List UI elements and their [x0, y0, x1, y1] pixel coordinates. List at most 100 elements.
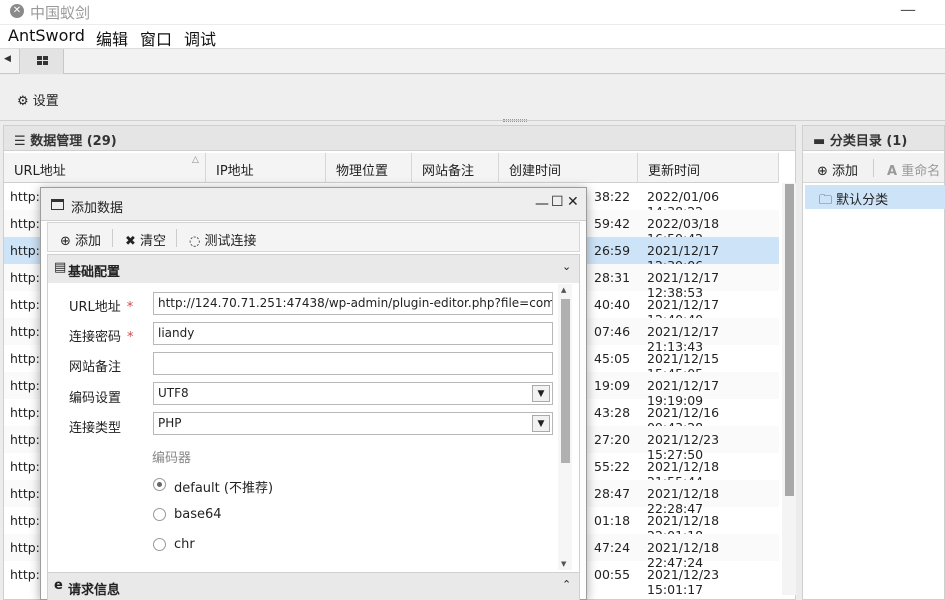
edge-icon: e: [54, 578, 63, 593]
url-input[interactable]: http://124.70.71.251:47438/wp-admin/plug…: [153, 292, 553, 315]
basic-config-section-header[interactable]: ▤ 基础配置 ⌄: [47, 254, 580, 284]
request-info-section-header[interactable]: e 请求信息 ⌃: [47, 572, 580, 600]
dialog-close-button[interactable]: ✕: [567, 194, 579, 210]
chevron-down-icon: ⌄: [562, 260, 572, 273]
note-input[interactable]: [153, 352, 553, 375]
menu-antsword[interactable]: AntSword: [8, 26, 85, 45]
cell-url: http:/: [10, 405, 45, 420]
cell-created: 00:55: [594, 567, 631, 582]
dialog-add-button[interactable]: ⊕ 添加: [60, 230, 101, 249]
cell-url: http:/: [10, 297, 45, 312]
cell-url: http:/: [10, 567, 45, 582]
radio-unchecked[interactable]: [153, 508, 166, 521]
data-panel-header: ☰ 数据管理 (29): [3, 125, 796, 151]
data-grid-header: URL地址 △ IP地址 物理位置 网站备注 创建时间 更新时间: [4, 153, 779, 183]
settings-label: 设置: [32, 94, 59, 109]
cell-url: http:/: [10, 216, 45, 231]
encoding-select[interactable]: UTF8 ▼: [153, 382, 553, 405]
category-panel-header: ▬ 分类目录 (1): [802, 125, 945, 151]
category-panel: ▬ 分类目录 (1) ⊕ 添加 A 重命名 🗀 默认分类: [802, 125, 945, 600]
encoder-label: 编码器: [152, 451, 192, 466]
radio-checked[interactable]: [153, 478, 166, 491]
menu-bar: AntSword 编辑 窗口 调试: [0, 25, 945, 50]
column-location[interactable]: 物理位置: [326, 153, 412, 183]
gear-icon: ⚙: [17, 94, 29, 109]
minimize-button[interactable]: —: [900, 0, 916, 20]
password-label: 连接密码 *: [69, 330, 134, 345]
dialog-toolbar: ⊕ 添加 ✖ 清空 ◌ 测试连接: [47, 222, 580, 252]
column-created[interactable]: 创建时间: [499, 153, 638, 183]
column-updated[interactable]: 更新时间: [638, 153, 779, 183]
dialog-maximize-button[interactable]: ☐: [551, 194, 564, 210]
font-icon: A: [887, 164, 898, 179]
menu-window[interactable]: 窗口: [140, 26, 172, 50]
cell-created: 40:40: [594, 297, 631, 312]
url-label: URL地址 *: [69, 300, 134, 315]
folder-icon: ▬: [813, 134, 826, 149]
radio-unchecked[interactable]: [153, 538, 166, 551]
main-toolbar: ⚙ 设置: [0, 75, 945, 121]
cell-url: http:/: [10, 351, 45, 366]
cell-url: http:/: [10, 270, 45, 285]
settings-button[interactable]: ⚙ 设置: [17, 90, 59, 109]
file-icon: ▤: [54, 260, 67, 275]
cell-url: http:/: [10, 459, 45, 474]
grid-icon: [37, 56, 48, 65]
cell-url: http:/: [10, 189, 45, 204]
connection-type-label: 连接类型: [69, 421, 122, 436]
add-data-dialog: 添加数据 — ☐ ✕ ⊕ 添加 ✖ 清空 ◌ 测试连接 ▤ 基础配置 ⌄ URL…: [40, 187, 587, 600]
dialog-clear-button[interactable]: ✖ 清空: [125, 230, 166, 249]
category-item-default[interactable]: 🗀 默认分类: [805, 185, 945, 209]
column-url[interactable]: URL地址: [4, 153, 206, 183]
cell-created: 01:18: [594, 513, 631, 528]
tab-scroll-left-icon[interactable]: ◀: [4, 54, 11, 64]
dialog-minimize-button[interactable]: —: [535, 196, 549, 212]
cell-created: 59:42: [594, 216, 631, 231]
antsword-logo-icon: ✕: [10, 4, 24, 18]
data-panel-title: 数据管理 (29): [30, 134, 117, 149]
dialog-title: 添加数据: [71, 201, 124, 216]
chevron-up-icon: ⌃: [562, 578, 572, 591]
title-bar: ✕ 中国蚁剑 —: [0, 0, 945, 24]
window-icon: [51, 199, 64, 210]
menu-debug[interactable]: 调试: [184, 26, 216, 50]
basic-config-form: URL地址 * http://124.70.71.251:47438/wp-adm…: [47, 283, 580, 573]
spinner-icon: ◌: [189, 234, 201, 249]
dialog-test-connection-button[interactable]: ◌ 测试连接: [189, 230, 257, 249]
cell-created: 27:20: [594, 432, 631, 447]
cell-created: 28:31: [594, 270, 631, 285]
tab-home[interactable]: [19, 49, 64, 74]
column-ip[interactable]: IP地址: [206, 153, 326, 183]
encoding-label: 编码设置: [69, 391, 122, 406]
menu-edit[interactable]: 编辑: [96, 26, 128, 50]
list-icon: ☰: [14, 134, 26, 149]
cell-url: http:/: [10, 486, 45, 501]
cell-created: 07:46: [594, 324, 631, 339]
splitter-grip[interactable]: [503, 119, 527, 122]
cell-created: 47:24: [594, 540, 631, 555]
cell-updated: 2021/12/23 15:01:17: [647, 567, 720, 597]
cell-url: http:/: [10, 432, 45, 447]
cell-created: 19:09: [594, 378, 631, 393]
chevron-down-icon: ▼: [532, 385, 550, 402]
category-toolbar: ⊕ 添加 A 重命名: [803, 153, 944, 183]
folder-outline-icon: 🗀: [819, 193, 833, 208]
password-input[interactable]: liandy: [153, 322, 553, 345]
dialog-title-bar[interactable]: 添加数据 — ☐ ✕: [41, 188, 586, 221]
data-grid-scrollbar[interactable]: [782, 183, 796, 595]
cell-created: 26:59: [594, 243, 631, 258]
cell-created: 28:47: [594, 486, 631, 501]
connection-type-select[interactable]: PHP ▼: [153, 412, 553, 435]
cell-url: http:/: [10, 513, 45, 528]
cell-created: 45:05: [594, 351, 631, 366]
add-category-button[interactable]: ⊕ 添加: [817, 160, 858, 179]
plus-circle-icon: ⊕: [60, 234, 71, 249]
rename-category-button[interactable]: A 重命名: [887, 160, 940, 179]
plus-circle-icon: ⊕: [817, 164, 828, 179]
cell-url: http:/: [10, 540, 45, 555]
cell-created: 38:22: [594, 189, 631, 204]
tab-bar: ◀: [0, 48, 945, 74]
column-note[interactable]: 网站备注: [412, 153, 499, 183]
cell-created: 43:28: [594, 405, 631, 420]
dialog-form-scrollbar[interactable]: ▲ ▼: [558, 284, 572, 570]
